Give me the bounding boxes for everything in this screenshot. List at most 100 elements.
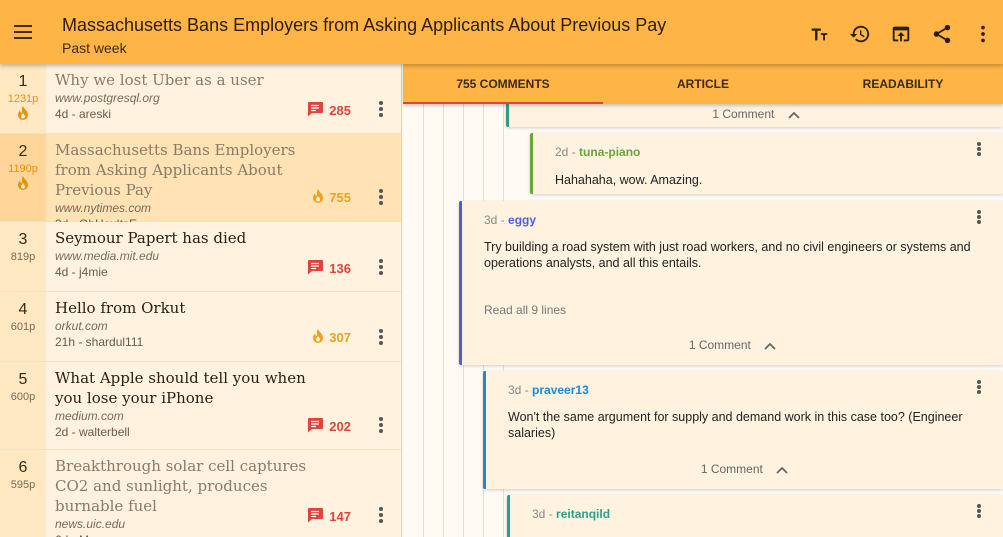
story-title[interactable]: What Apple should tell you when you lose… (55, 368, 311, 408)
tab-article[interactable]: ARTICLE (603, 64, 803, 104)
reply-count-label: 1 Comment (700, 462, 763, 476)
story-item[interactable]: 6 595p Breakthrough solar cell captures CO… (0, 450, 401, 537)
points: 1190p (8, 163, 38, 175)
text-size-icon[interactable] (798, 20, 839, 48)
reply-count[interactable]: 1 Comment (462, 338, 1003, 352)
comment-menu-icon[interactable] (973, 141, 985, 157)
story-item[interactable]: 5 600p What Apple should tell you when you… (0, 362, 401, 450)
comment-count-button[interactable]: 136 (306, 259, 351, 278)
comment-count: 307 (329, 330, 351, 345)
story-meta: 2d - walterbell (55, 425, 130, 439)
story-item[interactable]: 2 1190p Massachusetts Bans Employers from … (0, 134, 401, 231)
comment-card[interactable]: 3d - reitanqild (507, 495, 1003, 537)
reply-count[interactable]: 1 Comment (509, 107, 1003, 121)
story-rank: 5 600p (0, 362, 46, 449)
story-item[interactable]: 4 601p Hello from Orkut orkut.com 21h - shar… (0, 292, 401, 362)
comment-count-button[interactable]: 755 (312, 189, 351, 206)
comment-age: 3d (508, 383, 522, 397)
comment-meta: 2d - tuna-piano (555, 145, 641, 159)
comment-card[interactable]: 3d - eggy Try building a road system wit… (459, 201, 1003, 365)
story-domain: www.media.mit.edu (55, 249, 160, 263)
comment-text: Won't the same argument for supply and d… (508, 410, 963, 440)
app-root: Massachusetts Bans Employers from Asking… (0, 0, 1003, 537)
story-menu-icon[interactable] (375, 100, 387, 118)
comment-menu-icon[interactable] (973, 209, 985, 225)
story-menu-icon[interactable] (375, 258, 387, 276)
comment-menu-icon[interactable] (973, 379, 985, 395)
comment-icon (306, 507, 324, 526)
rank-number: 1 (18, 73, 28, 90)
history-icon[interactable] (839, 20, 880, 48)
rank-number: 6 (18, 459, 28, 476)
tab-readability[interactable]: READABILITY (803, 64, 1003, 104)
reply-count-label: 1 Comment (712, 107, 775, 121)
story-meta: 4d - j4mie (55, 265, 108, 279)
comment-card[interactable]: 2d - tuna-piano Hahahaha, wow. Amazing. (530, 133, 1003, 194)
story-title[interactable]: Seymour Papert has died (55, 228, 311, 248)
comment-count-button[interactable]: 202 (306, 417, 351, 436)
comment-count: 147 (329, 509, 351, 524)
story-domain: news.uic.edu (55, 517, 126, 531)
story-menu-icon[interactable] (375, 416, 387, 434)
toolbar-actions (798, 20, 1003, 48)
hot-fire-icon (17, 106, 29, 120)
reply-count[interactable]: 1 Comment (486, 462, 1003, 476)
comment-count-button[interactable]: 147 (306, 507, 351, 526)
story-domain: www.postgresql.org (55, 91, 160, 105)
rank-number: 4 (18, 301, 28, 318)
comment-icon (306, 417, 324, 436)
open-in-browser-icon[interactable] (880, 20, 921, 48)
story-meta: 4d - areski (55, 107, 112, 121)
reply-count-label: 1 Comment (688, 338, 751, 352)
story-title[interactable]: Massachusetts Bans Employers from Asking… (55, 140, 311, 200)
story-rank: 4 601p (0, 292, 46, 361)
comment-author[interactable]: eggy (508, 213, 536, 227)
points: 819p (10, 251, 36, 263)
comment-age: 3d (532, 507, 546, 521)
comment-text: Try building a road system with just roa… (484, 240, 971, 270)
story-domain: www.nytimes.com (55, 201, 152, 215)
points: 595p (10, 479, 36, 491)
story-meta: 21h - shardul111 (55, 335, 144, 349)
story-menu-icon[interactable] (375, 188, 387, 206)
hamburger-menu-icon[interactable] (12, 21, 36, 43)
comment-text: Hahahaha, wow. Amazing. (555, 173, 703, 187)
comment-age: 3d (484, 213, 498, 227)
story-title[interactable]: Hello from Orkut (55, 298, 311, 318)
story-rank: 1 1231p (0, 64, 46, 133)
comment-count-button[interactable]: 307 (312, 329, 351, 346)
fire-icon (312, 329, 324, 346)
overflow-menu-icon[interactable] (962, 20, 1003, 48)
story-item[interactable]: 3 819p Seymour Papert has died www.media.mi… (0, 222, 401, 292)
comment-author[interactable]: tuna-piano (579, 145, 640, 159)
story-menu-icon[interactable] (375, 328, 387, 346)
chevron-up-icon (764, 342, 776, 350)
comment-author[interactable]: praveer13 (532, 383, 589, 397)
comment-menu-icon[interactable] (973, 503, 985, 519)
story-title[interactable]: Breakthrough solar cell captures CO2 and… (55, 456, 311, 516)
points: 600p (10, 391, 36, 403)
story-menu-icon[interactable] (375, 506, 387, 524)
comment-meta: 3d - reitanqild (532, 507, 611, 521)
comment-count-button[interactable]: 285 (306, 101, 351, 120)
story-title: Massachusetts Bans Employers from Asking… (62, 15, 667, 35)
story-body[interactable]: Massachusetts Bans Employers from Asking… (55, 134, 401, 231)
comment-card[interactable]: 3d - praveer13 Won't the same argument f… (483, 371, 1003, 489)
story-title[interactable]: Why we lost Uber as a user (55, 70, 311, 90)
comment-age: 2d (555, 145, 569, 159)
comment-card[interactable]: 1 Comment (506, 104, 1003, 127)
fire-icon (312, 189, 324, 206)
read-all-link[interactable]: Read all 9 lines (484, 303, 566, 317)
story-domain: orkut.com (55, 319, 108, 333)
chevron-up-icon (788, 111, 800, 119)
comment-meta: 3d - praveer13 (508, 383, 589, 397)
comment-author[interactable]: reitanqild (556, 507, 610, 521)
time-filter[interactable]: Past week (62, 40, 127, 56)
tab-comments[interactable]: 755 COMMENTS (403, 64, 603, 104)
story-item[interactable]: 1 1231p Why we lost Uber as a user www.post… (0, 64, 401, 134)
comment-count: 136 (329, 261, 351, 276)
comment-count: 755 (329, 190, 351, 205)
share-icon[interactable] (921, 20, 962, 48)
story-rank: 6 595p (0, 450, 46, 537)
comment-thread[interactable]: 1 Comment 2d - tuna-piano Hahahaha, wow.… (403, 104, 1003, 537)
